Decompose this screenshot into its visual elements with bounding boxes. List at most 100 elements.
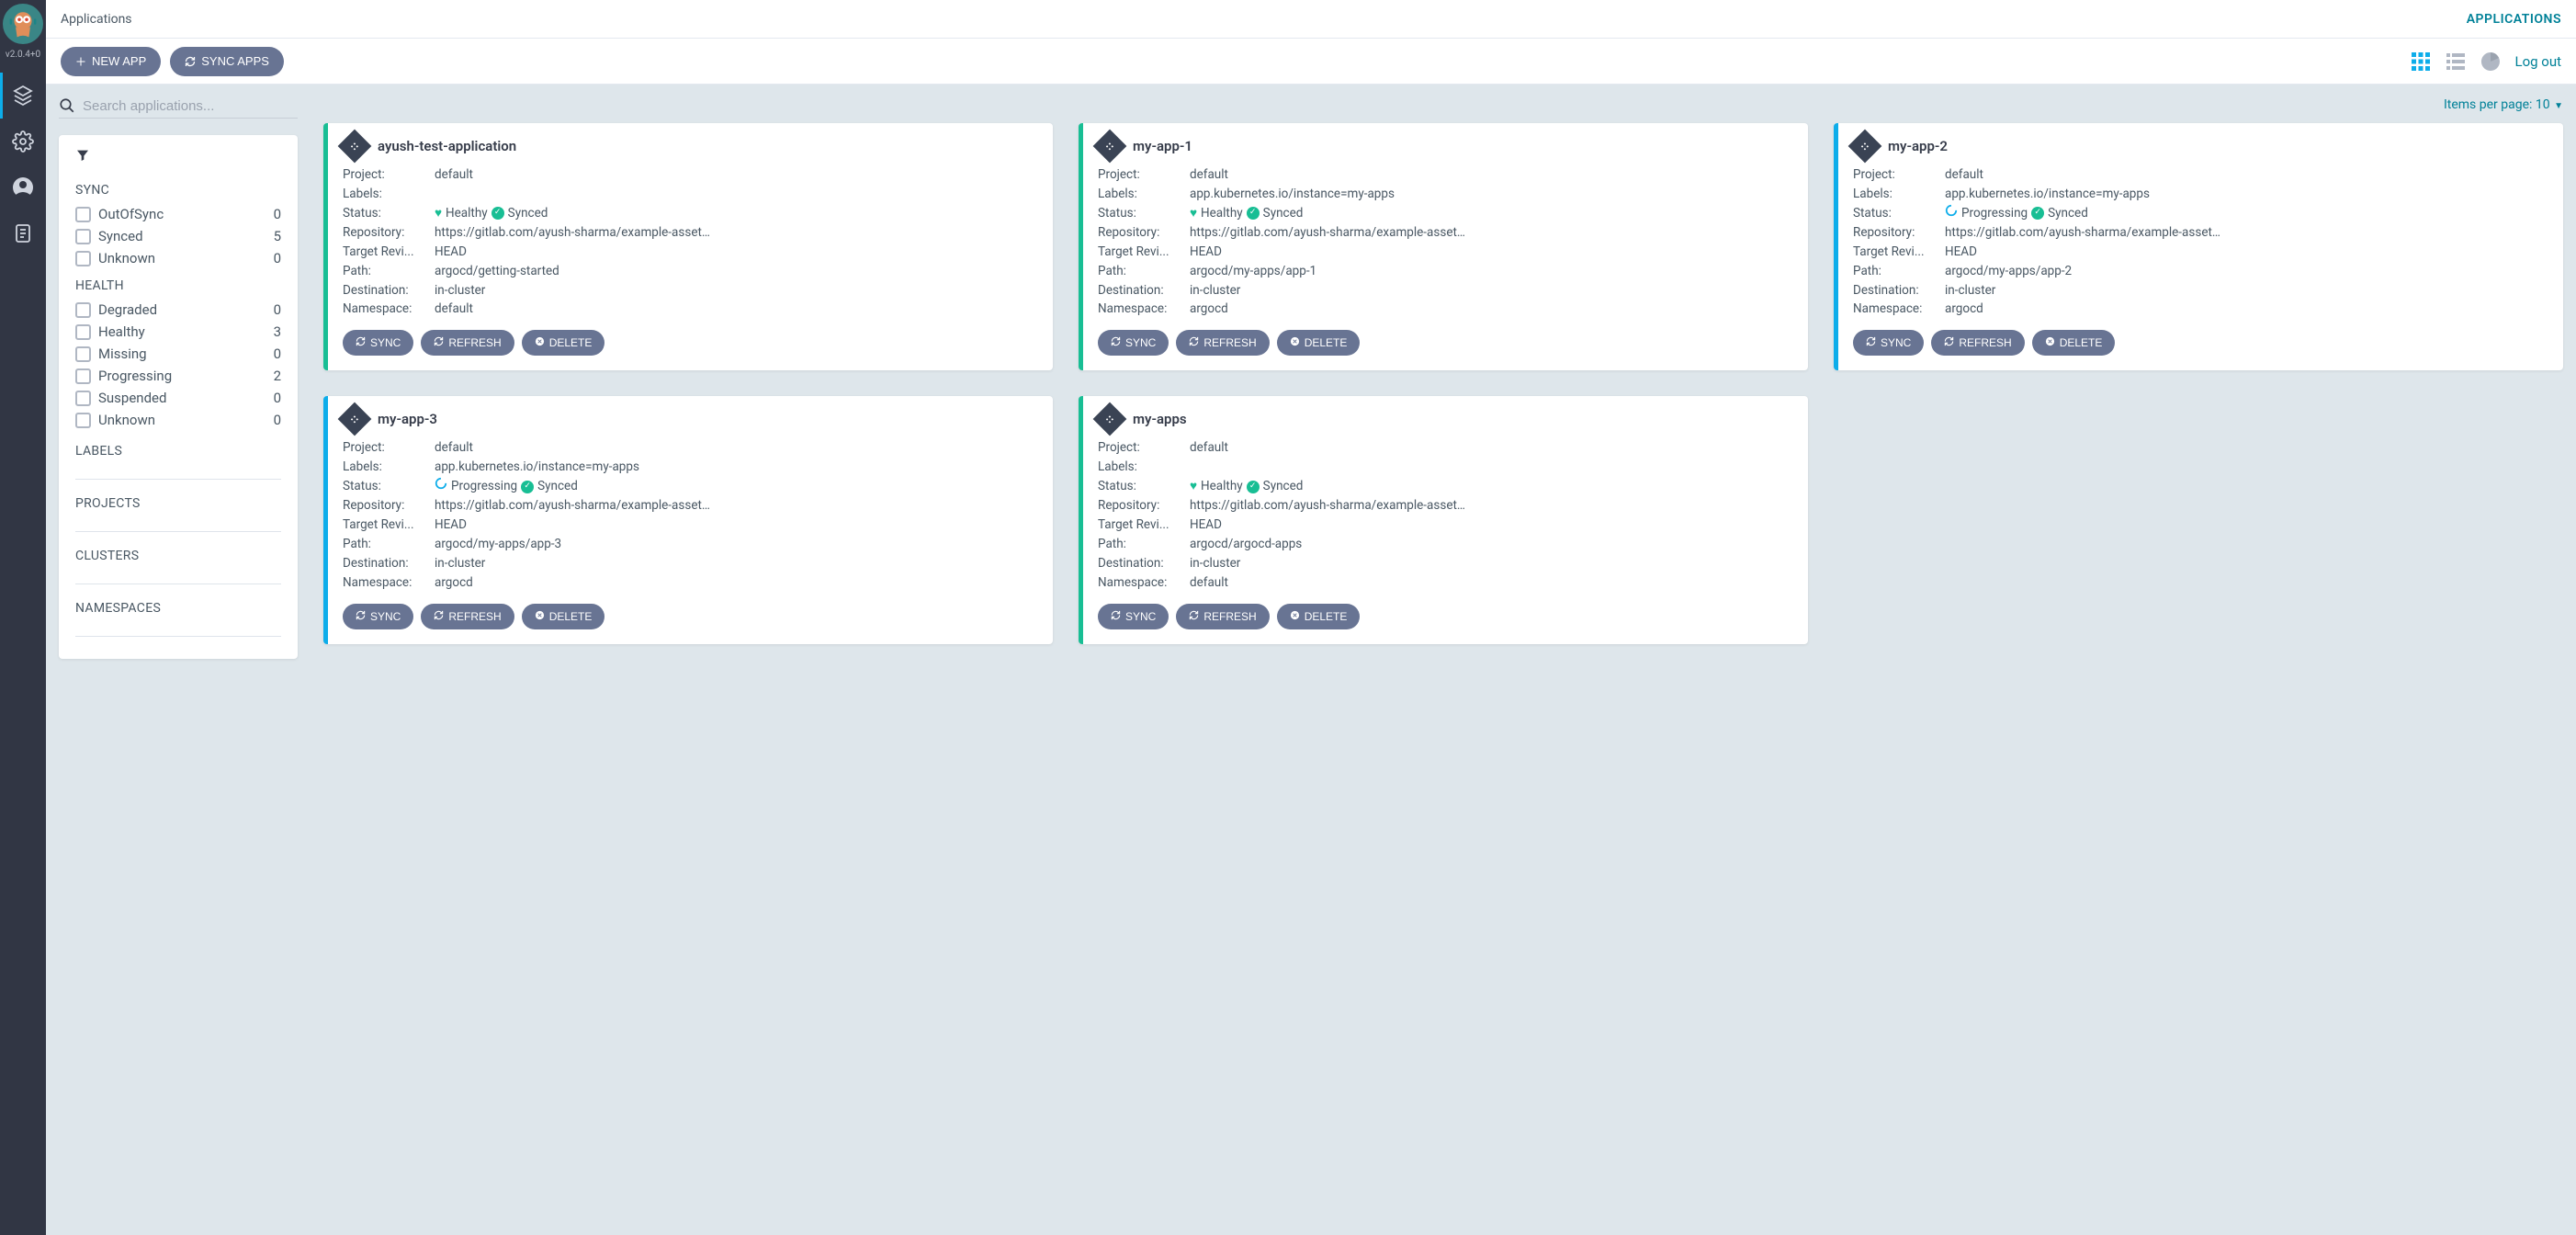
filter-item[interactable]: OutOfSync0: [75, 203, 281, 225]
refresh-icon: [434, 336, 444, 349]
status-value: ♥ Healthy ✓ Synced: [435, 204, 1038, 223]
namespace-value: argocd: [1190, 300, 1793, 319]
grid-view-icon[interactable]: [2410, 51, 2432, 73]
row-label: Status:: [343, 477, 435, 496]
filter-item[interactable]: Unknown0: [75, 409, 281, 431]
filter-item[interactable]: Progressing 2: [75, 365, 281, 387]
delete-button[interactable]: DELETE: [1277, 330, 1361, 356]
checkbox[interactable]: [75, 324, 91, 340]
filter-label: OutOfSync: [98, 206, 266, 222]
app-name: my-app-1: [1133, 138, 1192, 154]
filter-count: 2: [274, 368, 281, 384]
new-app-label: NEW APP: [92, 54, 146, 68]
refresh-button[interactable]: REFRESH: [421, 604, 514, 629]
row-label: Repository:: [1853, 223, 1945, 243]
row-label: Status:: [343, 204, 435, 223]
delete-icon: [1290, 610, 1300, 623]
app-card[interactable]: my-app-3Project:defaultLabels:app.kubern…: [323, 396, 1053, 643]
checkbox[interactable]: [75, 368, 91, 384]
delete-icon: [535, 336, 545, 349]
row-label: Namespace:: [343, 573, 435, 593]
sync-text: Synced: [1263, 204, 1304, 223]
progressing-icon: [1945, 204, 1958, 223]
app-card[interactable]: my-app-2Project:defaultLabels:app.kubern…: [1834, 123, 2563, 370]
filter-item[interactable]: Suspended0: [75, 387, 281, 409]
breadcrumb: Applications: [61, 12, 132, 27]
search-input[interactable]: [83, 98, 298, 114]
nav-user-icon[interactable]: [0, 164, 46, 210]
logout-link[interactable]: Log out: [2514, 53, 2561, 70]
sync-text: Synced: [2048, 204, 2088, 223]
row-label: Namespace:: [1853, 300, 1945, 319]
sync-text: Synced: [1263, 477, 1304, 496]
destination-value: in-cluster: [1190, 554, 1793, 573]
delete-button[interactable]: DELETE: [522, 330, 605, 356]
refresh-button[interactable]: REFRESH: [421, 330, 514, 356]
sync-button[interactable]: SYNC: [1098, 604, 1169, 629]
filter-item[interactable]: Healthy3: [75, 321, 281, 343]
app-card[interactable]: my-appsProject:defaultLabels:Status:♥ He…: [1079, 396, 1808, 643]
row-label: Path:: [343, 535, 435, 554]
row-label: Repository:: [343, 496, 435, 516]
app-name: my-apps: [1133, 411, 1187, 427]
new-app-button[interactable]: NEW APP: [61, 47, 161, 76]
row-label: Project:: [1853, 165, 1945, 185]
row-label: Destination:: [1098, 554, 1190, 573]
sync-apps-button[interactable]: SYNC APPS: [170, 47, 284, 76]
sync-button[interactable]: SYNC: [1098, 330, 1169, 356]
app-card[interactable]: my-app-1Project:defaultLabels:app.kubern…: [1079, 123, 1808, 370]
nav-docs-icon[interactable]: [0, 210, 46, 256]
refresh-button[interactable]: REFRESH: [1176, 604, 1269, 629]
row-label: Status:: [1853, 204, 1945, 223]
target-revision-value: HEAD: [435, 516, 1038, 535]
health-text: Healthy: [1201, 477, 1243, 496]
destination-value: in-cluster: [1190, 281, 1793, 300]
status-value: Progressing ✓ Synced: [1945, 204, 2548, 223]
list-view-icon[interactable]: [2445, 51, 2467, 73]
pie-view-icon[interactable]: [2480, 51, 2502, 73]
items-per-page[interactable]: Items per page: 10 ▼: [323, 97, 2563, 112]
checkbox[interactable]: [75, 207, 91, 222]
target-revision-value: HEAD: [1945, 243, 2548, 262]
delete-button[interactable]: DELETE: [522, 604, 605, 629]
sync-text: Synced: [508, 204, 548, 223]
repository-value: https://gitlab.com/ayush-sharma/example-…: [1190, 496, 1793, 516]
sync-button[interactable]: SYNC: [1853, 330, 1924, 356]
delete-button[interactable]: DELETE: [1277, 604, 1361, 629]
labels-value: app.kubernetes.io/instance=my-apps: [1190, 185, 1793, 204]
filter-label: Progressing: [98, 368, 266, 384]
filter-label: Missing: [98, 346, 266, 362]
project-value: default: [435, 438, 1038, 458]
refresh-button[interactable]: REFRESH: [1931, 330, 2024, 356]
row-label: Repository:: [343, 223, 435, 243]
checkbox[interactable]: [75, 413, 91, 428]
checkbox[interactable]: [75, 346, 91, 362]
delete-button[interactable]: DELETE: [2032, 330, 2116, 356]
sync-icon: [1111, 336, 1121, 349]
nav-settings-icon[interactable]: [0, 119, 46, 164]
filter-label: Unknown: [98, 412, 266, 428]
filter-item[interactable]: Missing0: [75, 343, 281, 365]
health-text: Healthy: [1201, 204, 1243, 223]
row-label: Status:: [1098, 477, 1190, 496]
sync-button[interactable]: SYNC: [343, 330, 413, 356]
checkbox[interactable]: [75, 251, 91, 266]
filter-item[interactable]: Synced5: [75, 225, 281, 247]
sync-button[interactable]: SYNC: [343, 604, 413, 629]
app-card[interactable]: ayush-test-applicationProject:defaultLab…: [323, 123, 1053, 370]
app-name: ayush-test-application: [378, 138, 516, 154]
refresh-button[interactable]: REFRESH: [1176, 330, 1269, 356]
check-circle-icon: ✓: [521, 481, 534, 493]
checkbox[interactable]: [75, 391, 91, 406]
checkbox[interactable]: [75, 302, 91, 318]
app-type-icon: [338, 130, 372, 164]
row-label: Target Revi...: [1098, 243, 1190, 262]
filter-item[interactable]: Unknown0: [75, 247, 281, 269]
repository-value: https://gitlab.com/ayush-sharma/example-…: [435, 496, 1038, 516]
nav-applications-icon[interactable]: [0, 73, 46, 119]
caret-down-icon: ▼: [2552, 101, 2563, 111]
checkbox[interactable]: [75, 229, 91, 244]
filter-item[interactable]: Degraded0: [75, 299, 281, 321]
row-label: Namespace:: [343, 300, 435, 319]
namespace-value: argocd: [1945, 300, 2548, 319]
